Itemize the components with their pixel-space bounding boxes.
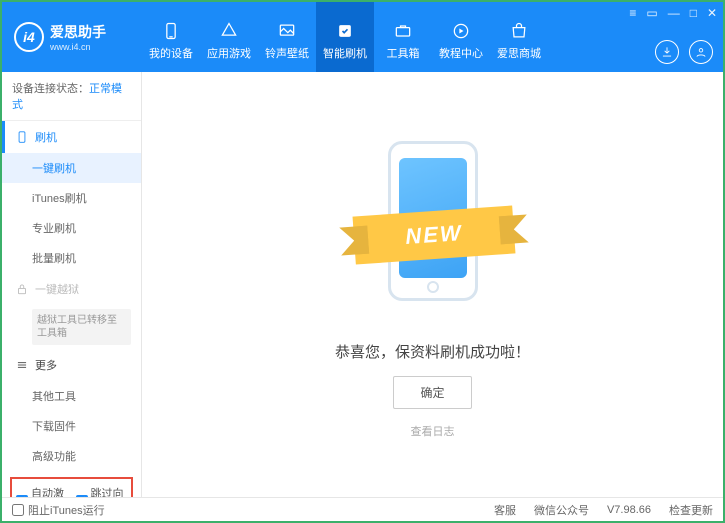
main-content: NEW 恭喜您，保资料刷机成功啦！ 确定 查看日志	[142, 72, 723, 497]
confirm-button[interactable]: 确定	[393, 376, 471, 409]
category-label: 更多	[35, 357, 57, 373]
logo-icon: i4	[14, 22, 44, 52]
nav-ringtones[interactable]: 铃声壁纸	[258, 2, 316, 72]
lock-icon	[15, 282, 29, 296]
sidebar-item-onekey-flash[interactable]: 一键刷机	[2, 153, 141, 183]
phone-icon	[161, 21, 181, 41]
checkbox-auto-activate[interactable]: 自动激活	[16, 485, 68, 497]
app-url: www.i4.cn	[50, 42, 106, 52]
apps-icon	[219, 21, 239, 41]
titlebar: i4 爱思助手 www.i4.cn 我的设备 应用游戏 铃声壁纸 智能刷机 工具…	[2, 2, 723, 72]
category-flash[interactable]: 刷机	[2, 121, 141, 153]
nav-my-device[interactable]: 我的设备	[142, 2, 200, 72]
statusbar-wechat[interactable]: 微信公众号	[534, 502, 589, 518]
more-icon	[15, 358, 29, 372]
checkbox-skip-guide[interactable]: 跳过向导	[76, 485, 128, 497]
connection-status: 设备连接状态：正常模式	[2, 72, 141, 121]
header-actions	[655, 40, 713, 64]
toolbox-icon	[393, 21, 413, 41]
store-icon	[509, 21, 529, 41]
nav-label: 工具箱	[387, 45, 420, 61]
nav-label: 智能刷机	[323, 45, 367, 61]
wallpaper-icon	[277, 21, 297, 41]
body: 设备连接状态：正常模式 刷机 一键刷机 iTunes刷机 专业刷机 批量刷机 一…	[2, 72, 723, 497]
logo-area: i4 爱思助手 www.i4.cn	[2, 22, 142, 52]
checkbox-input[interactable]	[12, 504, 24, 516]
nav-label: 爱思商城	[497, 45, 541, 61]
app-name: 爱思助手	[50, 22, 106, 42]
nav-label: 铃声壁纸	[265, 45, 309, 61]
window-controls: ≡ ▭ — □ ✕	[629, 6, 717, 20]
jailbreak-note: 越狱工具已转移至 工具箱	[32, 309, 131, 345]
category-more[interactable]: 更多	[2, 349, 141, 381]
statusbar-service[interactable]: 客服	[494, 502, 516, 518]
checkbox-label: 跳过向导	[91, 485, 128, 497]
category-label: 刷机	[35, 129, 57, 145]
nav-label: 教程中心	[439, 45, 483, 61]
sidebar-item-pro-flash[interactable]: 专业刷机	[2, 213, 141, 243]
nav-tutorials[interactable]: 教程中心	[432, 2, 490, 72]
phone-icon	[15, 130, 29, 144]
user-button[interactable]	[689, 40, 713, 64]
tutorial-icon	[451, 21, 471, 41]
new-ribbon: NEW	[352, 205, 515, 264]
checkbox-label: 自动激活	[31, 485, 68, 497]
view-log-link[interactable]: 查看日志	[411, 423, 455, 439]
nav-store[interactable]: 爱思商城	[490, 2, 548, 72]
menu-icon[interactable]: ≡	[629, 6, 636, 20]
category-jailbreak: 一键越狱	[2, 273, 141, 305]
checkbox-label: 阻止iTunes运行	[28, 502, 105, 518]
minimize-icon[interactable]: —	[668, 6, 680, 20]
nav-toolbox[interactable]: 工具箱	[374, 2, 432, 72]
close-icon[interactable]: ✕	[707, 6, 717, 20]
nav-label: 我的设备	[149, 45, 193, 61]
success-message: 恭喜您，保资料刷机成功啦！	[335, 341, 530, 362]
statusbar: 阻止iTunes运行 客服 微信公众号 V7.98.66 检查更新	[2, 497, 723, 521]
flash-icon	[335, 21, 355, 41]
nav-apps[interactable]: 应用游戏	[200, 2, 258, 72]
sidebar-item-advanced[interactable]: 高级功能	[2, 441, 141, 471]
nav-label: 应用游戏	[207, 45, 251, 61]
app-window: i4 爱思助手 www.i4.cn 我的设备 应用游戏 铃声壁纸 智能刷机 工具…	[0, 0, 725, 523]
sidebar: 设备连接状态：正常模式 刷机 一键刷机 iTunes刷机 专业刷机 批量刷机 一…	[2, 72, 142, 497]
category-label: 一键越狱	[35, 281, 79, 297]
checkbox-block-itunes[interactable]: 阻止iTunes运行	[12, 502, 105, 518]
sidebar-item-batch-flash[interactable]: 批量刷机	[2, 243, 141, 273]
nav-flash[interactable]: 智能刷机	[316, 2, 374, 72]
options-highlight: 自动激活 跳过向导	[10, 477, 133, 497]
sidebar-item-itunes-flash[interactable]: iTunes刷机	[2, 183, 141, 213]
sidebar-item-download-firmware[interactable]: 下载固件	[2, 411, 141, 441]
skin-icon[interactable]: ▭	[646, 6, 657, 20]
download-button[interactable]	[655, 40, 679, 64]
statusbar-version: V7.98.66	[607, 504, 651, 516]
statusbar-update[interactable]: 检查更新	[669, 502, 713, 518]
maximize-icon[interactable]: □	[690, 6, 697, 20]
sidebar-item-other-tools[interactable]: 其他工具	[2, 381, 141, 411]
phone-illustration: NEW	[358, 131, 508, 321]
